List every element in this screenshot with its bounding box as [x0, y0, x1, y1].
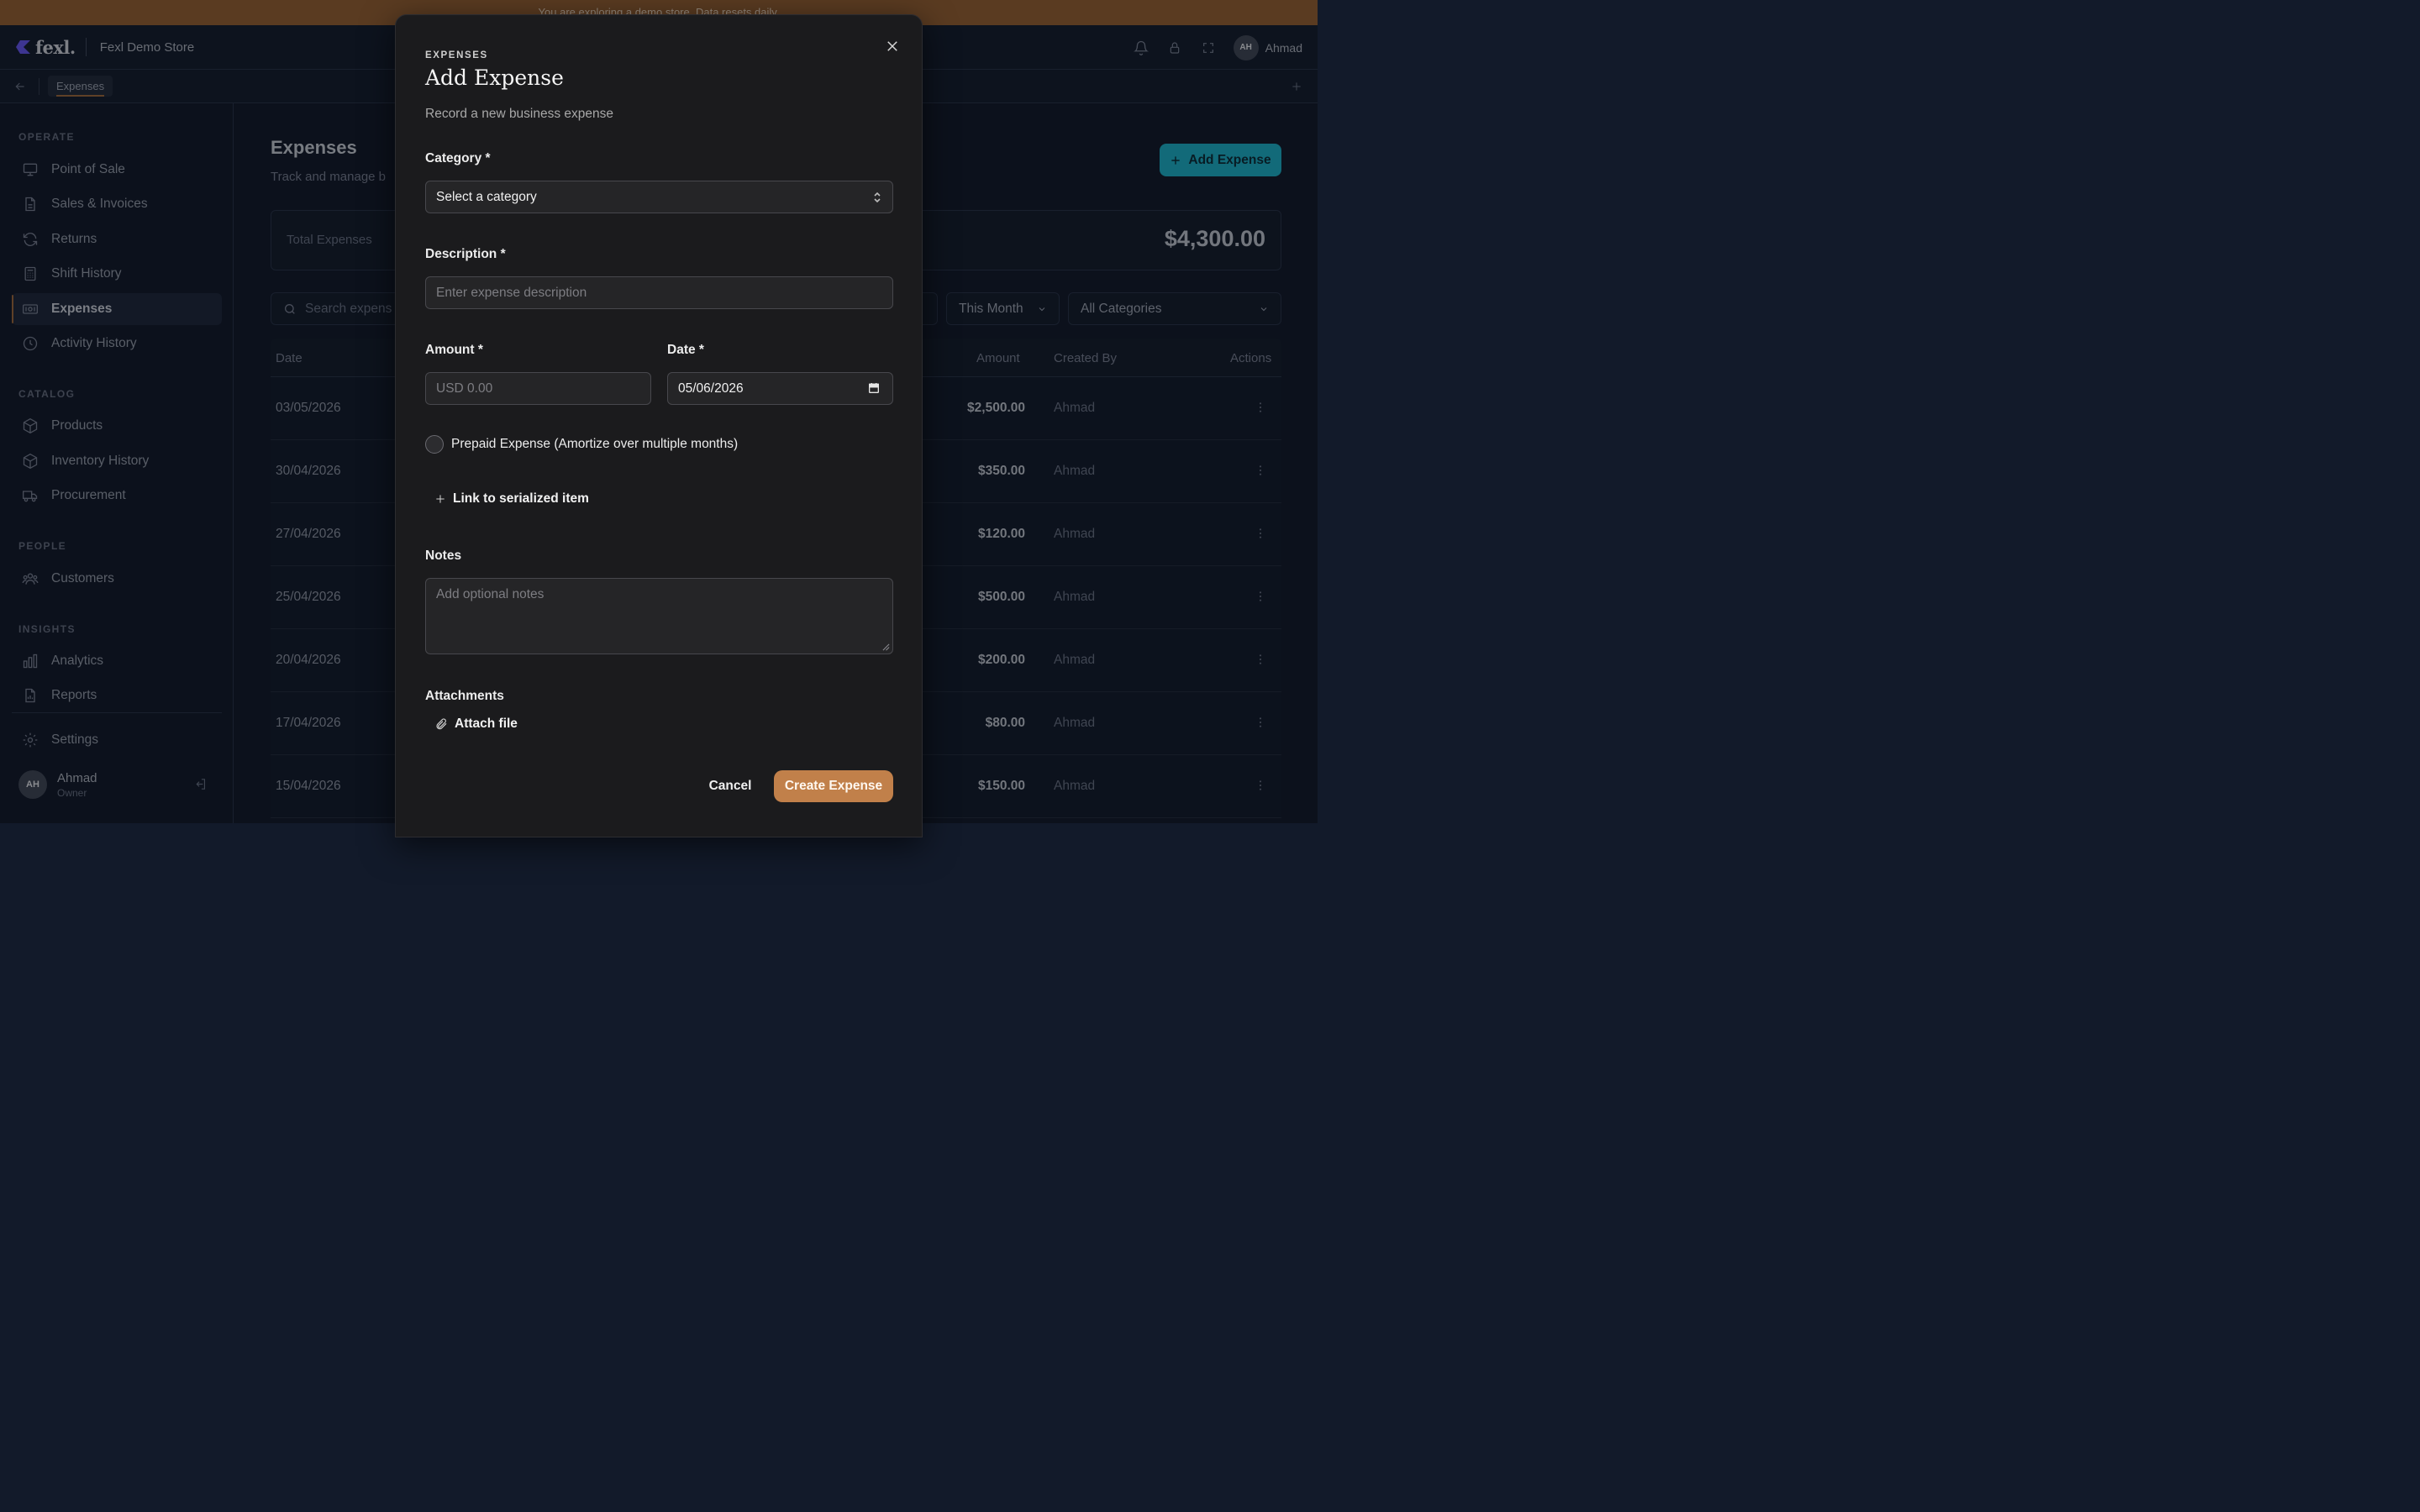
prepaid-expense-label[interactable]: Prepaid Expense (Amortize over multiple …: [451, 437, 738, 452]
select-arrows-icon: [872, 191, 882, 204]
amount-label: Amount *: [425, 343, 483, 357]
amount-placeholder: USD 0.00: [436, 381, 493, 396]
resize-handle-icon[interactable]: [882, 643, 890, 651]
dialog-eyebrow: EXPENSES: [425, 50, 488, 60]
category-label: Category *: [425, 151, 491, 165]
plus-icon: [436, 495, 445, 503]
date-input[interactable]: 05/06/2026: [667, 372, 893, 405]
category-select[interactable]: Select a category: [425, 181, 893, 213]
description-placeholder: Enter expense description: [436, 285, 587, 300]
notes-textarea[interactable]: Add optional notes: [425, 578, 893, 654]
link-serialized-label: Link to serialized item: [453, 491, 589, 506]
paperclip-icon: [436, 718, 447, 730]
prepaid-expense-checkbox[interactable]: [425, 435, 444, 454]
notes-label: Notes: [425, 549, 462, 563]
attach-file-button[interactable]: Attach file: [434, 717, 518, 732]
date-label: Date *: [667, 343, 704, 357]
dialog-subtitle: Record a new business expense: [425, 107, 614, 121]
attach-file-label: Attach file: [455, 717, 518, 731]
cancel-button[interactable]: Cancel: [700, 770, 760, 802]
amount-input[interactable]: USD 0.00: [425, 372, 651, 405]
add-expense-dialog: EXPENSES Add Expense Record a new busine…: [395, 14, 923, 837]
attachments-label: Attachments: [425, 689, 504, 703]
calendar-icon[interactable]: [867, 381, 881, 395]
notes-placeholder: Add optional notes: [436, 587, 544, 601]
link-serialized-item-button[interactable]: Link to serialized item: [434, 491, 589, 507]
category-select-value: Select a category: [436, 189, 537, 204]
description-input[interactable]: Enter expense description: [425, 276, 893, 309]
description-label: Description *: [425, 247, 506, 261]
create-expense-button[interactable]: Create Expense: [774, 770, 893, 802]
dialog-title: Add Expense: [425, 66, 564, 90]
date-value: 05/06/2026: [678, 381, 744, 396]
close-icon[interactable]: [885, 39, 900, 54]
